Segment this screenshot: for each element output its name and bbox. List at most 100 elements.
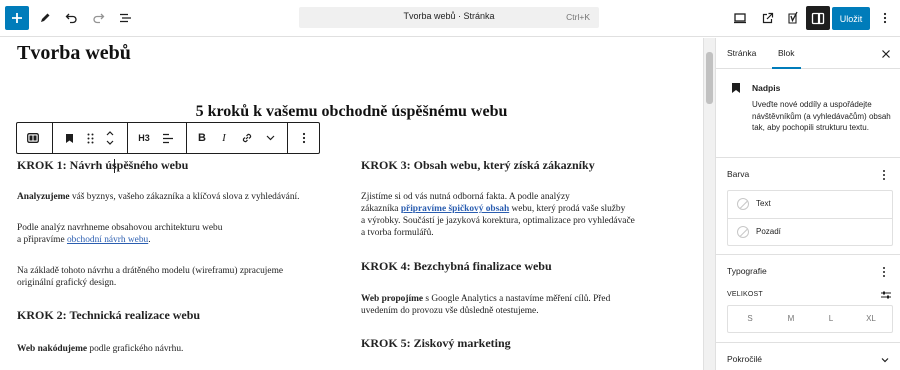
paragraph[interactable]: Podle analýz navrhneme obsahovou archite… xyxy=(17,222,222,246)
paragraph-text: webu, který prodá vaše služby xyxy=(509,204,626,214)
size-option-s[interactable]: S xyxy=(740,314,760,323)
more-vertical-icon xyxy=(883,267,885,277)
add-block-button[interactable] xyxy=(5,6,29,30)
yoast-seo-button[interactable] xyxy=(781,6,805,30)
document-title: Tvorba webů · Stránka xyxy=(403,11,495,21)
link-icon xyxy=(242,133,252,143)
chevron-down-icon xyxy=(266,135,274,141)
pencil-icon xyxy=(41,13,50,22)
step-heading-3[interactable]: KROK 3: Obsah webu, který získá zákazník… xyxy=(361,159,595,171)
view-page-button[interactable] xyxy=(755,6,779,30)
paragraph[interactable]: Web nakódujeme podle grafického návrhu. xyxy=(17,343,183,355)
toolbar-divider xyxy=(287,123,288,153)
step-heading-4[interactable]: KROK 4: Bezchybná finalizace webu xyxy=(361,260,552,272)
paragraph-line: uvedením do provozu vše důsledně otestuj… xyxy=(361,306,539,316)
size-option-m[interactable]: M xyxy=(781,314,801,323)
editor-top-bar: Tvorba webů · Stránka Ctrl+K Uložit xyxy=(0,0,900,37)
scrollbar-thumb[interactable] xyxy=(706,52,713,104)
block-description: Uveďte nové oddíly a uspořádejte návštěv… xyxy=(752,100,891,132)
main-heading[interactable]: 5 kroků k vašemu obchodně úspěšnému webu xyxy=(0,103,703,121)
block-options-button[interactable] xyxy=(297,127,311,149)
bookmark-icon xyxy=(65,133,73,143)
settings-sliders-icon xyxy=(881,291,891,299)
move-up-down-button[interactable] xyxy=(103,127,117,149)
close-sidebar-button[interactable] xyxy=(880,47,892,59)
document-overview-button[interactable] xyxy=(113,6,137,30)
bookmark-icon xyxy=(732,83,740,93)
paragraph-text: a připravíme xyxy=(17,235,67,245)
chevron-down-icon xyxy=(881,358,889,363)
text-link[interactable]: připravíme špičkový obsah xyxy=(401,204,509,214)
paragraph-text: váš byznys, vašeho zákazníka a klíčová s… xyxy=(69,192,300,202)
paragraph-text: s Google Analytics a nastavíme měření cí… xyxy=(423,294,611,304)
paragraph[interactable]: Analyzujeme váš byznys, vašeho zákazníka… xyxy=(17,191,299,203)
canvas-scrollbar[interactable] xyxy=(703,38,715,370)
paragraph-line: Zjistíme si od vás nutná odborná fakta. … xyxy=(361,192,570,202)
bold-icon: B xyxy=(198,132,206,144)
page-title[interactable]: Tvorba webů xyxy=(17,42,131,65)
redo-icon xyxy=(92,13,104,24)
view-button[interactable] xyxy=(728,6,752,30)
no-color-swatch-icon xyxy=(737,226,749,238)
undo-button[interactable] xyxy=(59,6,83,30)
toolbar-divider xyxy=(127,123,128,153)
no-color-swatch-icon xyxy=(737,198,749,210)
editor-canvas[interactable]: Tvorba webů 5 kroků k vašemu obchodně ús… xyxy=(0,38,703,370)
font-size-picker: S M L XL xyxy=(727,305,893,333)
command-palette-bar[interactable]: Tvorba webů · Stránka Ctrl+K xyxy=(299,7,599,28)
block-name: Nadpis xyxy=(752,83,781,93)
align-left-icon xyxy=(163,133,173,143)
tools-button[interactable] xyxy=(33,6,57,30)
redo-button[interactable] xyxy=(86,6,110,30)
settings-sidebar: Stránka Blok Nadpis Uveďte nové oddíly a… xyxy=(715,38,900,370)
bold-text: Web nakódujeme xyxy=(17,344,88,354)
block-transform-button[interactable] xyxy=(21,127,45,149)
plus-icon xyxy=(12,13,22,23)
tab-block[interactable]: Blok xyxy=(772,48,800,69)
step-heading-5[interactable]: KROK 5: Ziskový marketing xyxy=(361,337,511,349)
bold-text: Web propojíme xyxy=(361,294,424,304)
yoast-icon xyxy=(787,11,798,24)
sidebar-tabs: Stránka Blok xyxy=(716,38,900,69)
size-option-xl[interactable]: XL xyxy=(861,314,881,323)
paragraph[interactable]: Zjistíme si od vás nutná odborná fakta. … xyxy=(361,191,635,239)
align-button[interactable] xyxy=(159,127,177,149)
custom-size-button[interactable] xyxy=(880,288,892,300)
more-rich-text-button[interactable] xyxy=(263,127,277,149)
text-color-item[interactable]: Text xyxy=(728,191,892,218)
desktop-icon xyxy=(734,13,746,24)
drag-handle[interactable] xyxy=(83,127,97,149)
text-link[interactable]: obchodní návrh webu xyxy=(67,235,148,245)
paragraph-line: a připravíme obchodní návrh webu. xyxy=(17,234,222,246)
paragraph[interactable]: Na základě tohoto návrhu a drátěného mod… xyxy=(17,265,283,289)
chevron-up-down-icon xyxy=(106,131,114,145)
background-color-item[interactable]: Pozadí xyxy=(728,218,892,245)
background-color-label: Pozadí xyxy=(756,227,781,236)
paragraph-text: podle grafického návrhu. xyxy=(87,344,184,354)
step-heading-1[interactable]: KROK 1: Návrh úspěšného webu xyxy=(17,159,188,171)
step-heading-2[interactable]: KROK 2: Technická realizace webu xyxy=(17,309,200,321)
settings-button[interactable] xyxy=(806,6,830,30)
color-panel-title: Barva xyxy=(727,169,750,179)
more-vertical-icon xyxy=(883,12,887,24)
block-type-button[interactable] xyxy=(61,127,77,149)
size-option-l[interactable]: L xyxy=(821,314,841,323)
advanced-toggle[interactable] xyxy=(879,353,891,365)
color-settings: Text Pozadí xyxy=(727,190,893,246)
more-vertical-icon xyxy=(883,170,885,180)
options-button[interactable] xyxy=(873,6,897,30)
typography-options-button[interactable] xyxy=(878,265,890,277)
italic-button[interactable]: I xyxy=(217,127,231,149)
tab-page[interactable]: Stránka xyxy=(727,48,756,58)
link-button[interactable] xyxy=(239,127,255,149)
text-color-label: Text xyxy=(756,199,771,208)
heading-level-button[interactable]: H3 xyxy=(134,127,154,149)
undo-icon xyxy=(65,13,77,24)
color-options-button[interactable] xyxy=(878,168,890,180)
save-button[interactable]: Uložit xyxy=(832,7,870,30)
block-toolbar: H3 B I xyxy=(16,122,320,154)
columns-icon xyxy=(27,133,39,143)
paragraph[interactable]: Web propojíme s Google Analytics a nasta… xyxy=(361,293,610,317)
bold-button[interactable]: B xyxy=(194,127,210,149)
advanced-panel-title[interactable]: Pokročilé xyxy=(727,354,762,364)
